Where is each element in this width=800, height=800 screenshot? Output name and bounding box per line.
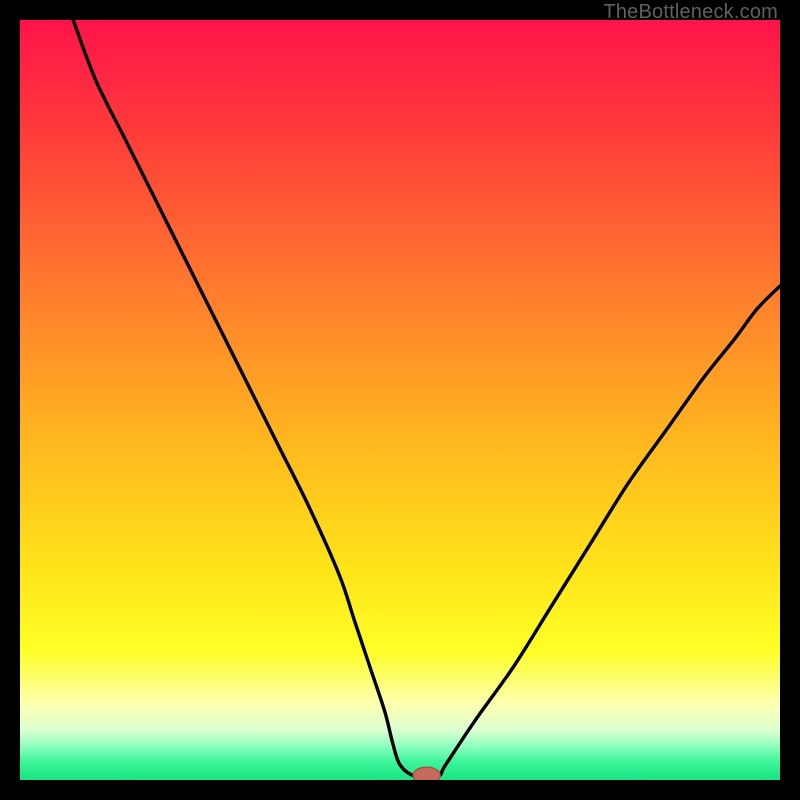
chart-frame: TheBottleneck.com: [0, 0, 800, 800]
watermark-text: TheBottleneck.com: [603, 1, 778, 24]
chart-background: [20, 20, 780, 780]
minimum-marker: [413, 767, 440, 780]
bottleneck-chart: [20, 20, 780, 780]
